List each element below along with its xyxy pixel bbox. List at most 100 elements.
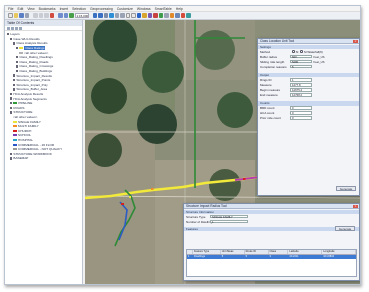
menu-edit[interactable]: Edit bbox=[17, 7, 23, 11]
measure-icon[interactable] bbox=[147, 13, 152, 18]
col-longitude[interactable]: Longitude bbox=[322, 250, 356, 254]
visibility-checkbox[interactable] bbox=[10, 37, 13, 41]
visibility-checkbox[interactable] bbox=[10, 106, 13, 109]
visibility-checkbox[interactable] bbox=[13, 42, 16, 45]
sliding-mile-field[interactable]: 5280 bbox=[290, 59, 312, 64]
menu-view[interactable]: View bbox=[27, 7, 34, 11]
catalog-icon[interactable] bbox=[169, 13, 174, 18]
col-unit-meas[interactable]: Unit Meas bbox=[221, 250, 245, 254]
center-pivot-field bbox=[88, 133, 122, 167]
hyperlink-icon[interactable] bbox=[153, 13, 158, 18]
find-icon[interactable] bbox=[142, 13, 147, 18]
visibility-checkbox[interactable] bbox=[10, 92, 13, 96]
search-icon[interactable] bbox=[175, 13, 180, 18]
visibility-checkbox[interactable] bbox=[16, 65, 19, 68]
cell-class: 3 bbox=[269, 254, 271, 258]
new-icon[interactable] bbox=[8, 13, 13, 18]
col-latitude[interactable]: Latitude bbox=[288, 250, 323, 254]
menu-help[interactable]: Help bbox=[176, 7, 183, 11]
end-measure-label: End measure bbox=[260, 92, 278, 97]
pan-icon[interactable] bbox=[103, 13, 108, 18]
redo-icon[interactable] bbox=[63, 13, 68, 18]
structure-dialog-title: Structure Impact Radius Tool bbox=[184, 204, 359, 209]
cell-unit-meas: 5 bbox=[221, 254, 224, 258]
delete-icon[interactable] bbox=[49, 13, 54, 18]
python-icon[interactable] bbox=[186, 13, 191, 18]
menu-insert[interactable]: Insert bbox=[60, 7, 68, 11]
visibility-checkbox[interactable] bbox=[13, 88, 16, 91]
buffer-radius-field[interactable]: 660 bbox=[290, 54, 312, 59]
structure-point[interactable] bbox=[151, 188, 154, 190]
identify-icon[interactable] bbox=[136, 13, 141, 18]
arctoolbox-icon[interactable] bbox=[180, 13, 185, 18]
visibility-checkbox[interactable] bbox=[13, 79, 16, 82]
print-icon[interactable] bbox=[24, 13, 29, 18]
visibility-checkbox[interactable] bbox=[10, 97, 13, 100]
structure-point[interactable] bbox=[121, 203, 124, 205]
menu-file[interactable]: File bbox=[8, 7, 13, 11]
end-measure-value: 12768.2 bbox=[290, 93, 312, 97]
open-icon[interactable] bbox=[13, 13, 18, 18]
map-scale-field[interactable]: 1:15,000 bbox=[74, 13, 89, 18]
visibility-checkbox[interactable] bbox=[16, 69, 19, 73]
method-radio-1[interactable] bbox=[292, 50, 295, 53]
visibility-checkbox[interactable] bbox=[7, 33, 10, 36]
full-extent-icon[interactable] bbox=[109, 13, 114, 18]
zoom-out-icon[interactable] bbox=[98, 13, 103, 18]
list-by-selection-icon[interactable] bbox=[19, 26, 22, 30]
visibility-checkbox[interactable] bbox=[10, 157, 13, 160]
menu-geoprocessing[interactable]: Geoprocessing bbox=[90, 7, 113, 11]
col-feature-type[interactable]: Feature Type bbox=[193, 250, 221, 254]
menu-customize[interactable]: Customize bbox=[117, 7, 133, 11]
zoom-in-icon[interactable] bbox=[92, 13, 97, 18]
list-by-source-icon[interactable] bbox=[11, 26, 14, 30]
visibility-checkbox[interactable] bbox=[10, 111, 13, 114]
visibility-checkbox[interactable] bbox=[10, 102, 13, 105]
structure-generate-button[interactable]: Generate bbox=[335, 226, 355, 231]
select-features-icon[interactable] bbox=[125, 13, 130, 18]
menu-smarttable[interactable]: SmartTable bbox=[155, 7, 172, 11]
copy-icon[interactable] bbox=[38, 13, 43, 18]
structure-type-select[interactable]: SINGLE FAMILY bbox=[210, 214, 248, 219]
cell-latitude: 40.2211 bbox=[289, 254, 299, 258]
structure-point[interactable] bbox=[243, 178, 246, 180]
hca-count-value: 0 bbox=[290, 111, 312, 115]
completion-field[interactable]: 5 bbox=[290, 64, 312, 69]
visibility-checkbox[interactable] bbox=[16, 56, 19, 59]
cell-feature-type: Dwellings bbox=[193, 254, 206, 258]
clear-selection-icon[interactable] bbox=[131, 13, 136, 18]
save-icon[interactable] bbox=[19, 13, 24, 18]
back-extent-icon[interactable] bbox=[114, 13, 119, 18]
visibility-checkbox[interactable] bbox=[13, 74, 16, 77]
html-popup-icon[interactable] bbox=[158, 13, 163, 18]
paste-icon[interactable] bbox=[44, 13, 49, 18]
col-route-id[interactable]: Route ID bbox=[245, 250, 269, 254]
list-by-visibility-icon[interactable] bbox=[15, 26, 18, 30]
structure-point[interactable] bbox=[129, 196, 131, 198]
visibility-checkbox[interactable] bbox=[16, 60, 19, 64]
dwellings-field[interactable]: 1 bbox=[210, 219, 248, 224]
time-slider-icon[interactable] bbox=[164, 13, 169, 18]
layer-item[interactable]: BASEMAP bbox=[5, 156, 82, 161]
layer-label: HCA Analysis Results bbox=[13, 92, 44, 97]
add-data-icon[interactable] bbox=[69, 13, 74, 18]
forward-extent-icon[interactable] bbox=[120, 13, 125, 18]
visibility-checkbox[interactable] bbox=[16, 46, 19, 50]
menu-selection[interactable]: Selection bbox=[72, 7, 86, 11]
col-class[interactable]: Class bbox=[269, 250, 289, 254]
class-generate-button[interactable]: Generate bbox=[336, 186, 356, 191]
close-icon[interactable]: × bbox=[353, 39, 358, 43]
layer-list: Layers Case WLG Results Class Analysis Res… bbox=[5, 31, 82, 161]
cut-icon[interactable] bbox=[33, 13, 38, 18]
layer-label: Class Analysis Results bbox=[16, 41, 48, 46]
sliding-mile-label: Sliding mile length bbox=[260, 59, 285, 64]
menu-bookmarks[interactable]: Bookmarks bbox=[39, 7, 56, 11]
visibility-checkbox[interactable] bbox=[10, 152, 13, 155]
visibility-checkbox[interactable] bbox=[13, 83, 16, 87]
table-row[interactable]: 1 Dwellings 5 5 3 40.2211 104.8834 bbox=[187, 254, 356, 259]
method-radio-2[interactable] bbox=[300, 50, 303, 53]
undo-icon[interactable] bbox=[58, 13, 63, 18]
close-icon[interactable]: × bbox=[353, 204, 358, 208]
list-by-drawing-order-icon[interactable] bbox=[7, 26, 10, 30]
menu-windows[interactable]: Windows bbox=[137, 7, 151, 11]
